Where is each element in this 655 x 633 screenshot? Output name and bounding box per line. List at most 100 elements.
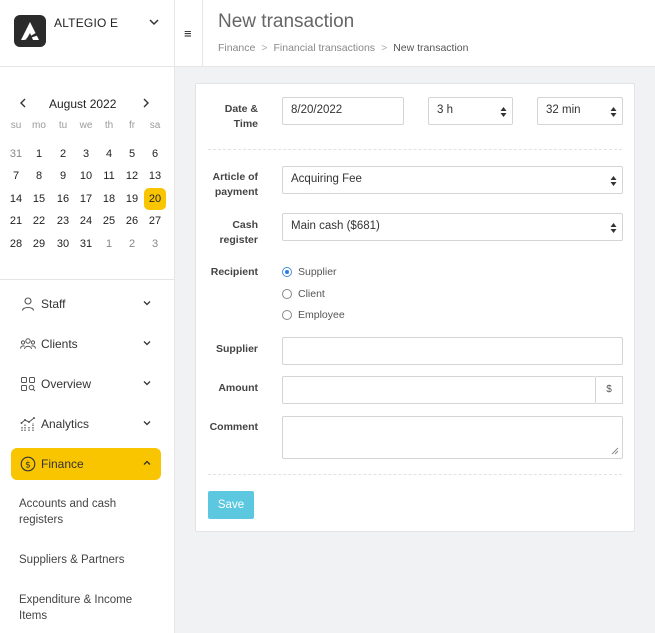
calendar-day[interactable]: 22 [28, 210, 50, 232]
calendar-weekday: mo [32, 120, 46, 131]
hour-select[interactable]: 3 h [428, 97, 513, 125]
menu-toggle-button[interactable]: ≡ [175, 0, 203, 67]
sidebar-subitem-suppliers[interactable]: Suppliers & Partners [19, 552, 159, 568]
calendar-weekday: tu [58, 120, 68, 131]
sidebar-subitem-expenditure[interactable]: Expenditure & Income Items [19, 592, 159, 624]
currency-addon: $ [596, 376, 623, 404]
calendar-day[interactable]: 13 [144, 165, 166, 187]
date-time-label: Date & Time [224, 103, 258, 130]
calendar-weekday: we [79, 120, 93, 131]
calendar-day[interactable]: 4 [98, 143, 120, 165]
breadcrumb-separator: > [381, 42, 388, 54]
sidebar-item-label: Analytics [41, 417, 90, 431]
calendar-day[interactable]: 3 [75, 143, 97, 165]
select-caret-icon [610, 223, 617, 233]
calendar-day[interactable]: 16 [52, 188, 74, 210]
cash-register-select[interactable]: Main cash ($681) [282, 213, 623, 241]
calendar-day[interactable]: 1 [28, 143, 50, 165]
amount-input[interactable] [282, 376, 596, 404]
sidebar-subitem-accounts[interactable]: Accounts and cash registers [19, 496, 159, 528]
sidebar-item-finance[interactable]: $ Finance [11, 448, 161, 480]
save-button[interactable]: Save [208, 491, 254, 519]
calendar-day[interactable]: 12 [121, 165, 143, 187]
calendar-day[interactable]: 25 [98, 210, 120, 232]
article-select[interactable]: Acquiring Fee [282, 166, 623, 194]
sidebar-item-clients[interactable]: Clients [11, 328, 161, 360]
radio-label: Employee [298, 309, 345, 321]
sidebar-divider [0, 279, 175, 280]
calendar-day[interactable]: 5 [121, 143, 143, 165]
calendar-day[interactable]: 17 [75, 188, 97, 210]
calendar-day[interactable]: 26 [121, 210, 143, 232]
chevron-left-icon[interactable] [17, 96, 29, 110]
cash-register-label: Cash register [219, 219, 258, 246]
calendar-day[interactable]: 11 [98, 165, 120, 187]
calendar-day[interactable]: 1 [98, 233, 120, 255]
person-icon [21, 297, 35, 311]
svg-text:$: $ [25, 461, 31, 471]
amount-label: Amount [218, 382, 258, 394]
comment-label: Comment [209, 421, 258, 433]
calendar-day[interactable]: 30 [52, 233, 74, 255]
calendar-day[interactable]: 31 [5, 143, 27, 165]
calendar-day[interactable]: 18 [98, 188, 120, 210]
calendar-day[interactable]: 6 [144, 143, 166, 165]
radio-checked[interactable] [282, 267, 292, 277]
chevron-down-icon [143, 341, 151, 346]
calendar-weekday: th [104, 120, 114, 131]
calendar-day[interactable]: 21 [5, 210, 27, 232]
resize-handle-icon[interactable] [611, 447, 619, 455]
sidebar-item-analytics[interactable]: Analytics [11, 408, 161, 440]
calendar-day[interactable]: 23 [52, 210, 74, 232]
section-divider [208, 474, 622, 475]
supplier-input[interactable] [282, 337, 623, 365]
calendar-month-label: August 2022 [49, 97, 117, 111]
chevron-right-icon[interactable] [140, 96, 152, 110]
calendar-day[interactable]: 8 [28, 165, 50, 187]
calendar-weekday: su [10, 120, 22, 131]
page-title: New transaction [218, 11, 355, 32]
calendar-day[interactable]: 14 [5, 188, 27, 210]
sidebar-item-overview[interactable]: Overview [11, 368, 161, 400]
radio-unchecked[interactable] [282, 310, 292, 320]
breadcrumb-finance[interactable]: Finance [218, 42, 255, 54]
breadcrumb-financial-transactions[interactable]: Financial transactions [274, 42, 376, 54]
calendar-day[interactable]: 27 [144, 210, 166, 232]
hour-select-value: 3 h [437, 104, 453, 116]
select-caret-icon [500, 107, 507, 117]
chevron-down-icon[interactable] [147, 15, 161, 29]
page-header: ≡ New transaction Finance > Financial tran… [175, 0, 655, 67]
calendar-day[interactable]: 2 [121, 233, 143, 255]
calendar-day-selected[interactable]: 20 [144, 188, 166, 210]
radio-label: Supplier [298, 266, 337, 278]
calendar-day[interactable]: 10 [75, 165, 97, 187]
radio-unchecked[interactable] [282, 289, 292, 299]
calendar-day[interactable]: 9 [52, 165, 74, 187]
transaction-form: Date & Time 8/20/2022 3 h 32 min Article… [195, 83, 635, 532]
minute-select[interactable]: 32 min [537, 97, 623, 125]
calendar-day[interactable]: 24 [75, 210, 97, 232]
calendar-weekday: fr [128, 120, 136, 131]
recipient-label: Recipient [210, 266, 258, 278]
brand-switcher[interactable]: ALTEGIO E [0, 0, 175, 67]
calendar-day[interactable]: 2 [52, 143, 74, 165]
calendar-day[interactable]: 3 [144, 233, 166, 255]
chevron-down-icon [143, 421, 151, 426]
calendar-weekday: sa [149, 120, 161, 131]
date-input[interactable]: 8/20/2022 [282, 97, 404, 125]
brand-name: ALTEGIO E [54, 16, 119, 30]
hamburger-icon: ≡ [184, 26, 192, 41]
calendar-day[interactable]: 15 [28, 188, 50, 210]
calendar-day[interactable]: 7 [5, 165, 27, 187]
select-caret-icon [610, 176, 617, 186]
altegio-logo-icon [14, 15, 46, 47]
calendar-day[interactable]: 28 [5, 233, 27, 255]
calendar-day[interactable]: 31 [75, 233, 97, 255]
comment-textarea[interactable] [282, 416, 623, 459]
chevron-down-icon [143, 301, 151, 306]
chevron-up-icon [143, 460, 151, 465]
breadcrumb: Finance > Financial transactions > New trans… [218, 42, 469, 54]
calendar-day[interactable]: 29 [28, 233, 50, 255]
calendar-day[interactable]: 19 [121, 188, 143, 210]
sidebar-item-staff[interactable]: Staff [11, 288, 161, 320]
